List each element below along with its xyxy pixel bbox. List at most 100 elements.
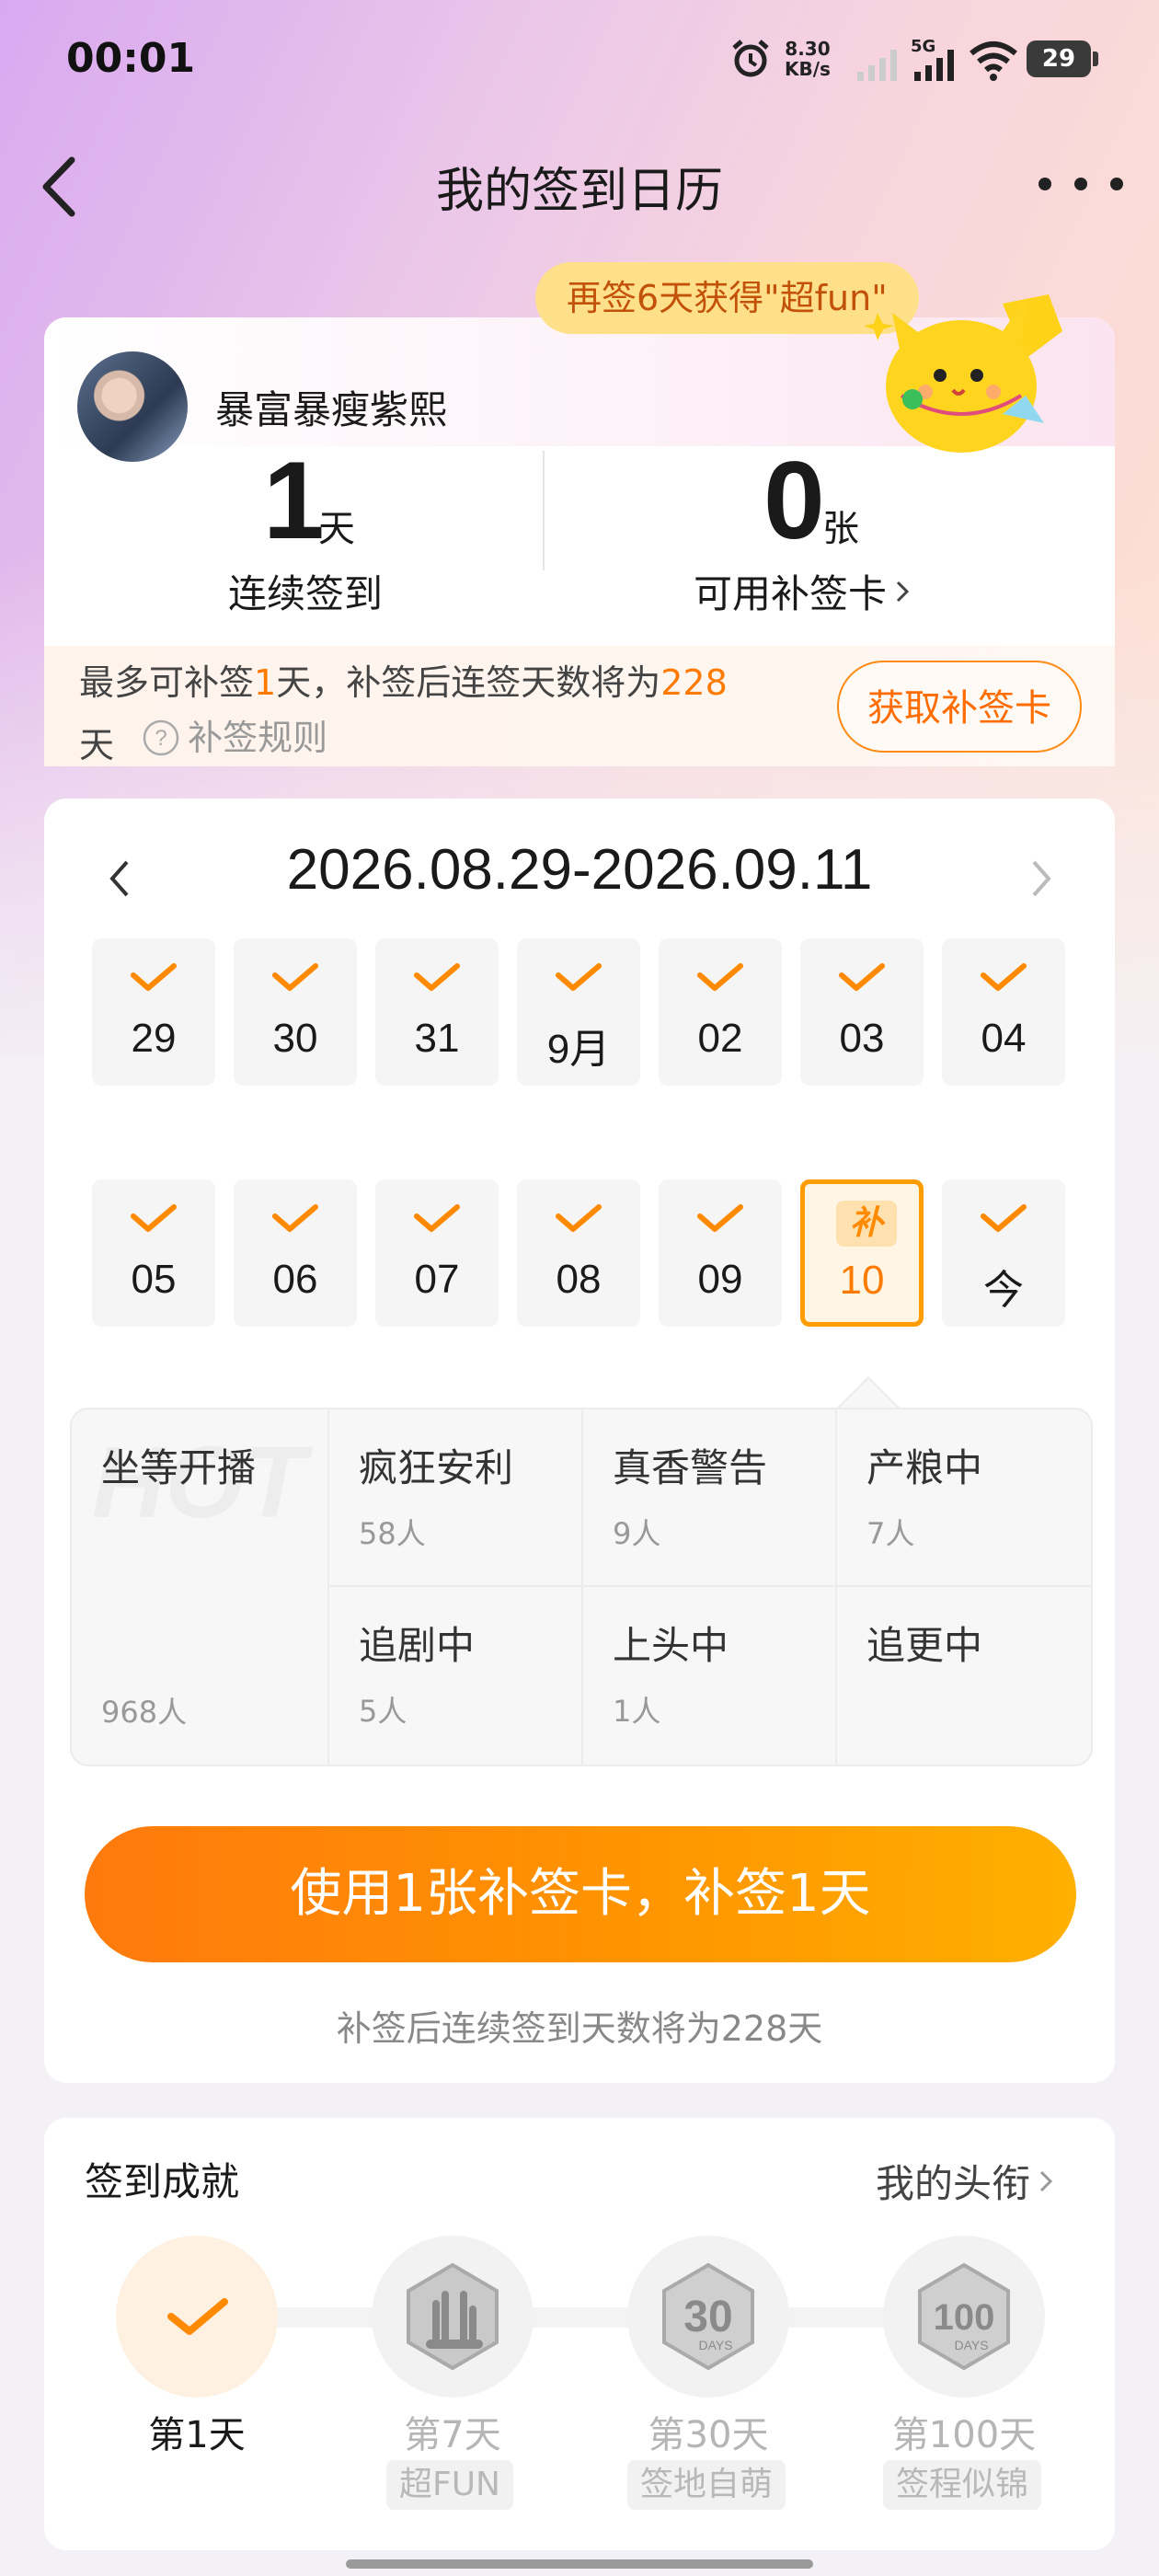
makeup-text-part: 最多可补签 — [79, 662, 255, 703]
stats-divider — [543, 451, 545, 570]
tag-count: 5人 — [359, 1694, 407, 1729]
tag-cell[interactable]: 真香警告 9人 — [583, 1409, 837, 1587]
mascot-icon — [865, 294, 1062, 453]
wifi-icon — [970, 41, 1017, 81]
makeup-card-unit: 张 — [822, 508, 859, 550]
tag-title: 追更中 — [866, 1623, 983, 1668]
calendar-day-selected[interactable]: 补 10 — [800, 1179, 924, 1327]
reward-tip-bubble: 再签6天获得"超fun" — [535, 262, 919, 334]
rules-label: 补签规则 — [188, 718, 328, 758]
day-number: 07 — [414, 1257, 460, 1302]
tag-title: 疯狂安利 — [359, 1445, 514, 1490]
achievement-title-tag: 超FUN — [386, 2460, 513, 2510]
checkmark-icon — [556, 1204, 602, 1232]
calendar-day[interactable]: 09 — [659, 1179, 782, 1327]
achievement-title-tag: 签地自萌 — [627, 2460, 786, 2510]
calendar-day[interactable]: 08 — [517, 1179, 640, 1327]
makeup-total: 228 — [660, 662, 728, 703]
tag-count: 1人 — [613, 1694, 661, 1729]
calendar-day[interactable]: 31 — [375, 938, 499, 1086]
date-range: 2026.08.29-2026.09.11 — [286, 838, 873, 902]
checkmark-icon — [131, 963, 177, 991]
day-number: 09 — [697, 1257, 743, 1302]
calendar-day[interactable]: 29 — [92, 938, 215, 1086]
home-indicator — [346, 2559, 813, 2569]
available-cards-link[interactable]: 可用补签卡 — [694, 563, 914, 619]
use-makeup-card-button[interactable]: 使用1张补签卡，补签1天 — [85, 1826, 1076, 1962]
30-days-badge-icon: 30 DAYS — [662, 2262, 754, 2371]
achievement-badge[interactable]: 30 DAYS — [627, 2236, 789, 2398]
badge-number: 100 — [934, 2297, 995, 2338]
makeup-info-text: 最多可补签1天，补签后连签天数将为228 天 ? 补签规则 — [79, 655, 806, 773]
badge-number: 30 — [683, 2293, 732, 2341]
tag-count: 58人 — [359, 1516, 426, 1551]
achievement-badge[interactable] — [116, 2236, 278, 2398]
hot-watermark: HOT — [92, 1424, 305, 1541]
calendar-day[interactable]: 30 — [234, 938, 357, 1086]
day-number: 03 — [839, 1016, 885, 1061]
day-number: 29 — [131, 1016, 177, 1061]
streak-unit: 天 — [318, 508, 355, 550]
calendar-day[interactable]: 02 — [659, 938, 782, 1086]
achievements-title: 签到成就 — [85, 2159, 240, 2204]
checkmark-icon — [981, 963, 1027, 991]
network-speed: 8.30 KB/s — [785, 39, 831, 79]
checkmark-icon — [414, 1204, 460, 1232]
tag-count: 968人 — [101, 1695, 188, 1730]
calendar-day[interactable]: 04 — [942, 938, 1065, 1086]
achievement-badge[interactable] — [372, 2236, 534, 2398]
more-options-icon[interactable] — [1030, 166, 1131, 202]
makeup-card-count: 0 — [763, 439, 825, 562]
achievement-day-label: 第7天 — [404, 2414, 501, 2456]
calendar-day[interactable]: 05 — [92, 1179, 215, 1327]
tag-cell[interactable]: 疯狂安利 58人 — [329, 1409, 583, 1587]
tag-title: 产粮中 — [866, 1445, 983, 1490]
calendar-day[interactable]: 07 — [375, 1179, 499, 1327]
achievement-track — [193, 2307, 975, 2328]
checkmark-icon — [697, 1204, 743, 1232]
day-number: 31 — [414, 1016, 460, 1061]
day-number: 05 — [131, 1257, 177, 1302]
tag-cell[interactable]: 追更中 — [837, 1587, 1091, 1765]
achievement-day-label: 第1天 — [148, 2414, 246, 2456]
my-titles-link[interactable]: 我的头衔 — [876, 2153, 1058, 2209]
day-number: 02 — [697, 1016, 743, 1061]
page-title: 我的签到日历 — [435, 164, 723, 219]
clock: 00:01 — [66, 35, 196, 82]
streak-count: 1 — [263, 439, 325, 562]
svg-text:?: ? — [155, 726, 166, 751]
calendar-day[interactable]: 9月 — [517, 938, 640, 1086]
next-period-icon[interactable] — [1023, 851, 1060, 906]
get-makeup-card-button[interactable]: 获取补签卡 — [837, 661, 1082, 753]
calendar-day[interactable]: 03 — [800, 938, 924, 1086]
rock-hand-badge-icon — [407, 2262, 499, 2371]
achievement-badge[interactable]: 100 DAYS — [883, 2236, 1045, 2398]
makeup-text-part: 天 — [79, 725, 115, 765]
badge-unit: DAYS — [954, 2338, 988, 2352]
calendar-day-today[interactable]: 今 — [942, 1179, 1065, 1327]
speed-value: 8.30 — [785, 38, 831, 60]
rules-link[interactable]: ? 补签规则 — [142, 710, 327, 765]
tag-title: 上头中 — [613, 1623, 729, 1668]
calendar-day[interactable]: 06 — [234, 1179, 357, 1327]
100-days-badge-icon: 100 DAYS — [918, 2262, 1010, 2371]
my-titles-label: 我的头衔 — [876, 2161, 1031, 2206]
question-circle-icon: ? — [143, 719, 179, 756]
tag-cell[interactable]: 追剧中 5人 — [329, 1587, 583, 1765]
checkmark-icon — [414, 963, 460, 991]
makeup-text-part: 天，补签后连签天数将为 — [276, 662, 661, 703]
day-number: 9月 — [546, 1027, 611, 1072]
achievement-day-label: 第30天 — [648, 2414, 769, 2456]
tag-cell[interactable]: 产粮中 7人 — [837, 1409, 1091, 1587]
chevron-right-icon — [1039, 2170, 1053, 2191]
checkmark-icon — [272, 963, 318, 991]
achievement-title-tag: 签程似锦 — [883, 2460, 1042, 2510]
checkmark-icon — [131, 1204, 177, 1232]
tag-cell[interactable]: 上头中 1人 — [583, 1587, 837, 1765]
chevron-right-icon — [896, 581, 910, 602]
battery-indicator: 29 — [1027, 40, 1091, 77]
avatar[interactable] — [77, 351, 188, 462]
signal-sim2-icon — [914, 50, 954, 81]
available-cards-label: 可用补签卡 — [694, 571, 888, 616]
makeup-result-note: 补签后连续签到天数将为228天 — [336, 2008, 823, 2049]
